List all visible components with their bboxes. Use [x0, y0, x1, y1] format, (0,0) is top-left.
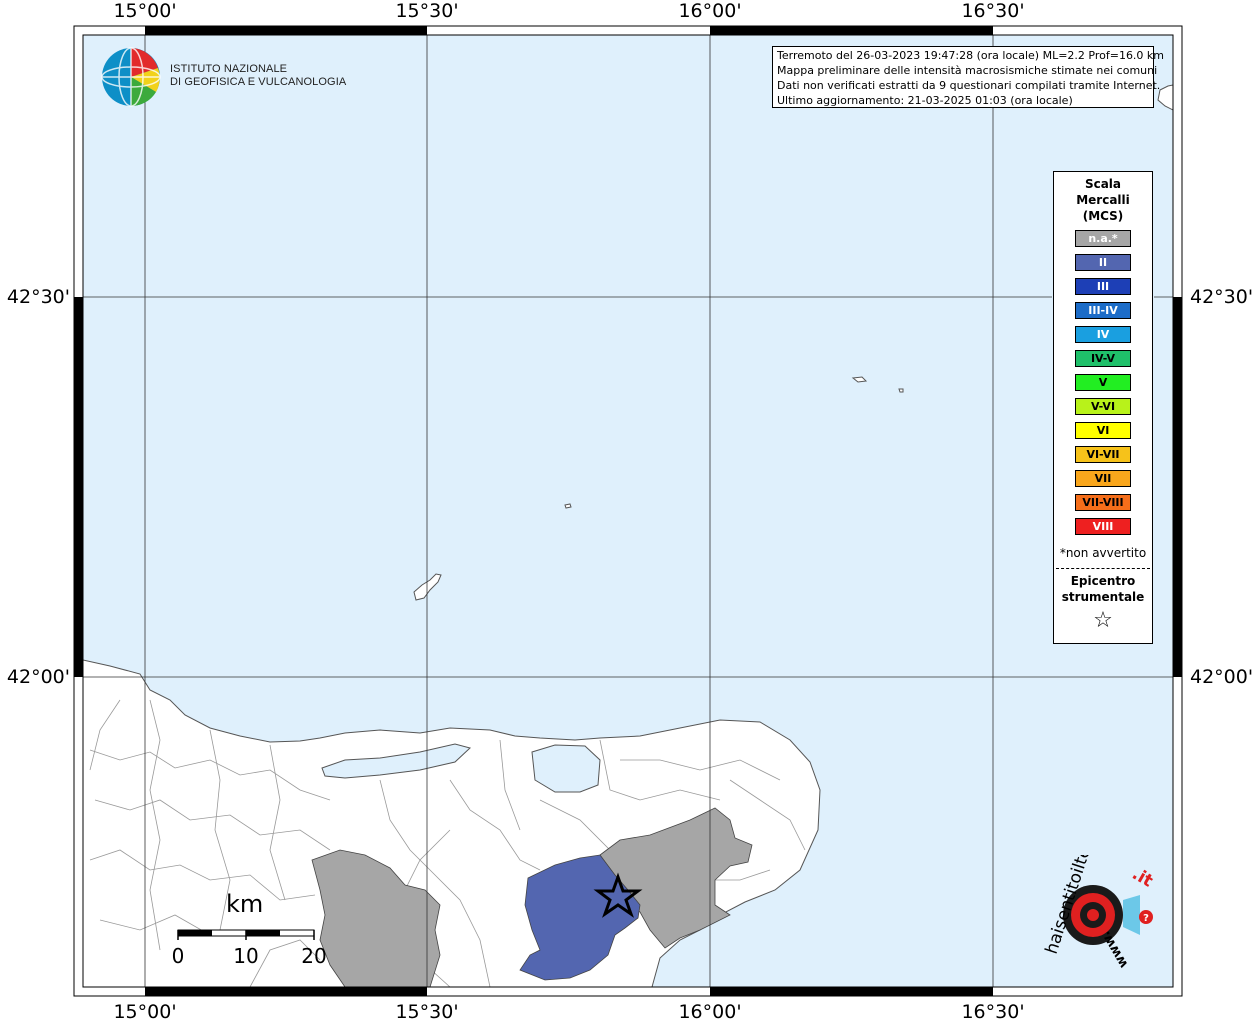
- tick-right-4200: 42°00': [1190, 666, 1254, 688]
- legend-swatch: V-VI: [1075, 398, 1131, 415]
- logo-site-tld: .it: [1129, 864, 1157, 892]
- scale-bar-label: 10: [233, 944, 259, 968]
- legend-title: Scala: [1084, 177, 1122, 191]
- tick-top-1500: 15°00': [113, 0, 177, 22]
- legend-epicenter-label: Epicentro: [1070, 574, 1136, 588]
- legend-swatch: VI-VII: [1075, 446, 1131, 463]
- legend-title: (MCS): [1082, 209, 1124, 223]
- legend-title: Mercalli: [1076, 193, 1130, 207]
- tick-left-4200: 42°00': [6, 666, 70, 688]
- tick-top-1600: 16°00': [678, 0, 742, 22]
- svg-text:?: ?: [1143, 913, 1149, 924]
- logo-www: www.: [1098, 928, 1131, 970]
- legend-swatch: VII-VIII: [1075, 494, 1131, 511]
- event-info-line: Mappa preliminare delle intensità macros…: [777, 64, 1158, 77]
- legend-swatch: VII: [1075, 470, 1131, 487]
- tick-top-1530: 15°30': [395, 0, 459, 22]
- legend-swatch: III: [1075, 278, 1131, 295]
- haisentitoilterremoto-logo: ? haisentitoilterremoto .it www.: [1042, 855, 1157, 971]
- scale-bar-unit: km: [226, 890, 264, 918]
- legend-swatch: V: [1075, 374, 1131, 391]
- island-pianosa: [564, 503, 572, 509]
- event-info-line: Ultimo aggiornamento: 21-03-2025 01:03 (…: [777, 94, 1073, 107]
- legend-swatch: VI: [1075, 422, 1131, 439]
- ingv-name-line: ISTITUTO NAZIONALE: [170, 63, 288, 75]
- tick-right-4230: 42°30': [1190, 286, 1254, 308]
- legend-epicenter-label: strumentale: [1061, 590, 1145, 604]
- legend-swatch: IV-V: [1075, 350, 1131, 367]
- legend-note: *non avvertito: [1059, 546, 1147, 560]
- legend-swatch: VIII: [1075, 518, 1131, 535]
- event-info-line: Dati non verificati estratti da 9 questi…: [777, 79, 1161, 92]
- intensity-legend: Scala Mercalli (MCS) n.a.* II III III-IV IV I…: [1053, 171, 1153, 644]
- legend-swatch: n.a.*: [1075, 230, 1131, 247]
- tick-left-4230: 42°30': [6, 286, 70, 308]
- scale-bar-label: 0: [171, 944, 185, 968]
- legend-swatch: IV: [1075, 326, 1131, 343]
- tick-bottom-1600: 16°00': [678, 1001, 742, 1023]
- legend-divider: [1056, 568, 1150, 569]
- event-info-box: Terremoto del 26-03-2023 19:47:28 (ora l…: [772, 46, 1165, 108]
- event-info-line: Terremoto del 26-03-2023 19:47:28 (ora l…: [777, 49, 1165, 62]
- ingv-name-line: DI GEOFISICA E VULCANOLOGIA: [170, 76, 347, 88]
- tick-bottom-1500: 15°00': [113, 1001, 177, 1023]
- legend-star-icon: ☆: [1093, 608, 1113, 633]
- legend-swatch: II: [1075, 254, 1131, 271]
- tick-bottom-1530: 15°30': [395, 1001, 459, 1023]
- tick-bottom-1630: 16°30': [961, 1001, 1025, 1023]
- scale-bar-label: 20: [301, 944, 327, 968]
- legend-swatch: III-IV: [1075, 302, 1131, 319]
- tick-top-1630: 16°30': [961, 0, 1025, 22]
- ingv-name: ISTITUTO NAZIONALE DI GEOFISICA E VULCAN…: [170, 63, 346, 89]
